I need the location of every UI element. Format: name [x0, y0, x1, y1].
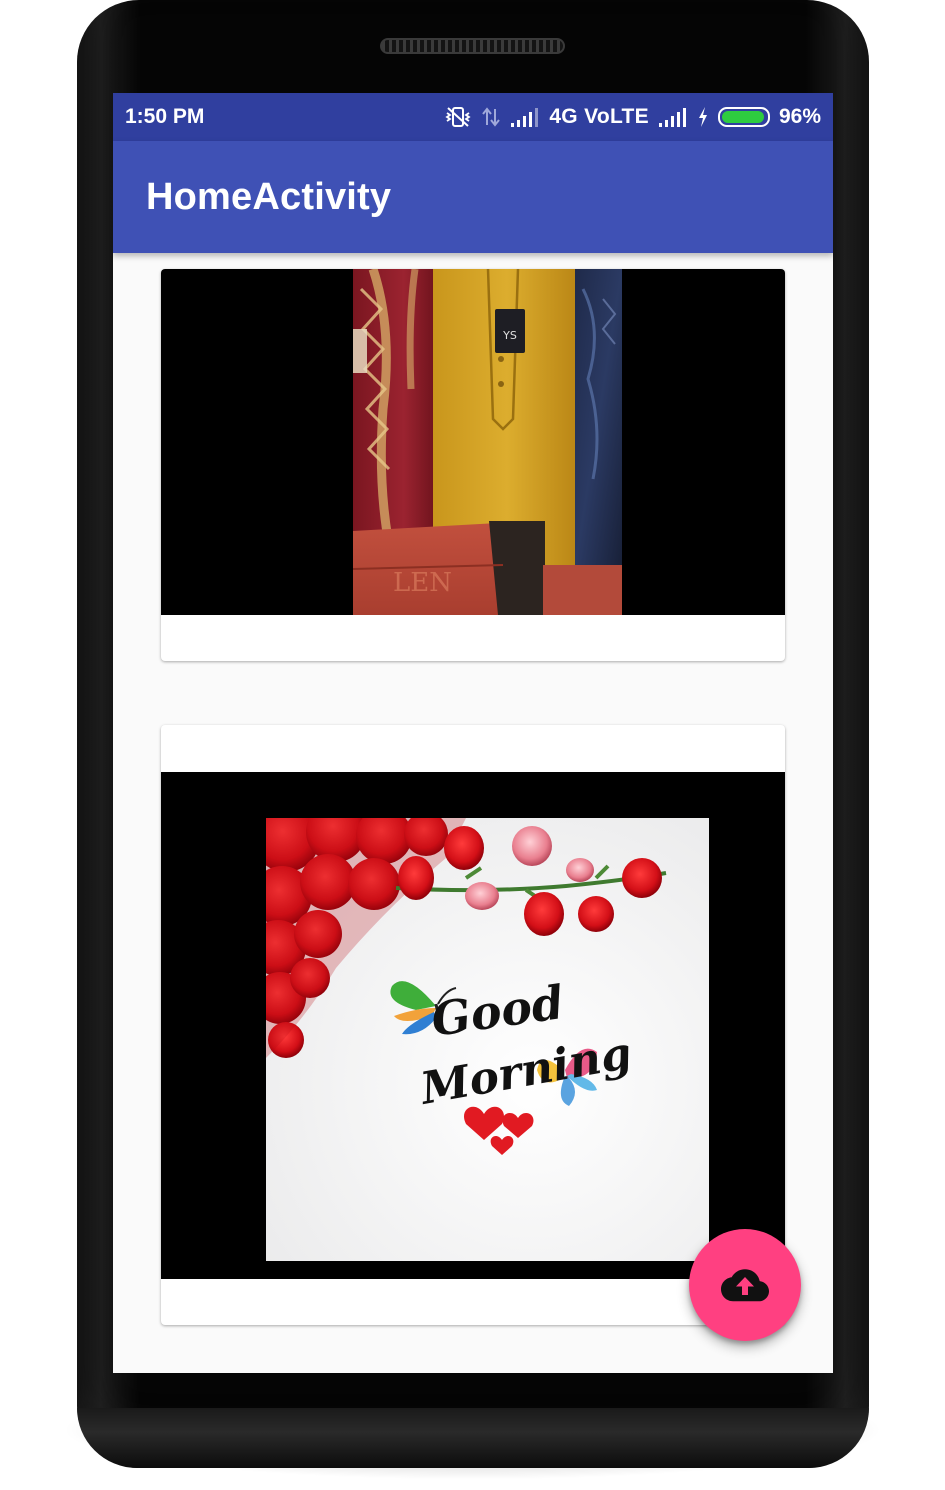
card-image-frame[interactable]: Good Morning — [161, 772, 785, 1279]
vibrate-off-icon — [444, 105, 472, 129]
signal-icon — [510, 106, 540, 128]
feed-card[interactable]: Good Morning — [161, 725, 785, 1325]
status-bar: 1:50 PM 4G VoLTE 96% — [113, 93, 833, 141]
charging-bolt-icon — [697, 106, 709, 128]
signal-icon — [658, 106, 688, 128]
device-screen: 1:50 PM 4G VoLTE 96% HomeActivity YS LEN… — [113, 93, 833, 1373]
card-image-frame[interactable]: YS LEN — [161, 269, 785, 615]
data-transfer-icon — [481, 105, 501, 129]
upload-fab-button[interactable] — [689, 1229, 801, 1341]
network-type-label: 4G VoLTE — [549, 105, 649, 128]
feed-card[interactable]: YS LEN — [161, 269, 785, 661]
clothing-photo: YS LEN — [353, 269, 622, 615]
good-morning-roses-photo: Good Morning — [266, 818, 709, 1261]
status-icons: 4G VoLTE 96% — [444, 105, 821, 129]
svg-text:YS: YS — [502, 329, 517, 342]
battery-level-fill — [721, 111, 765, 123]
phone-bottom-edge — [77, 1408, 869, 1468]
svg-text:LEN: LEN — [393, 568, 452, 598]
app-bar: HomeActivity — [113, 141, 833, 253]
cloud-upload-icon — [721, 1268, 769, 1302]
battery-icon — [717, 107, 770, 127]
phone-speaker-grille — [380, 38, 565, 54]
battery-percent: 96% — [778, 105, 821, 128]
status-time: 1:50 PM — [125, 105, 205, 128]
page-title: HomeActivity — [146, 175, 392, 218]
